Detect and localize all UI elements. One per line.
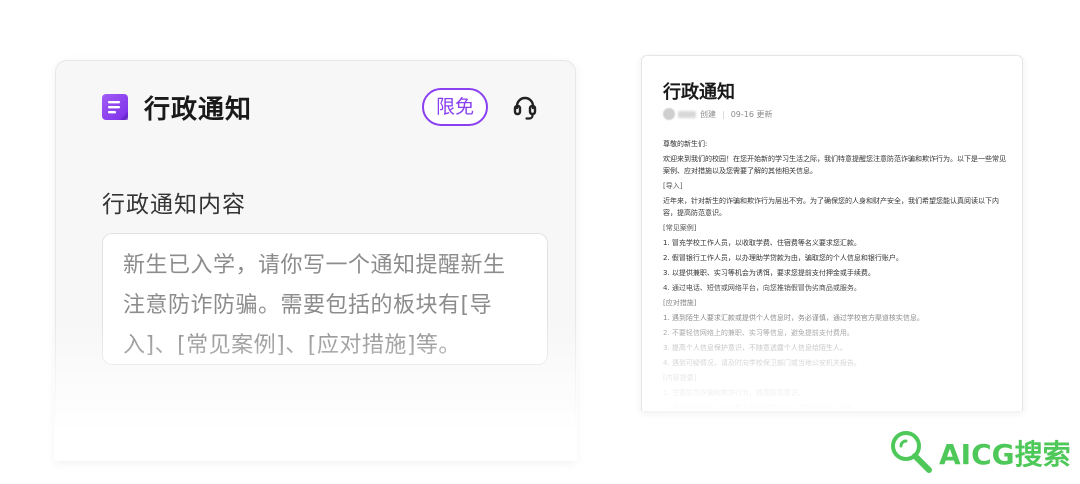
app-title: 行政通知 [144, 95, 253, 125]
watermark-text: AICG搜索 [939, 438, 1071, 471]
meta-separator: | [722, 109, 725, 119]
measure-item: 3. 提高个人信息保护意识，不随意透露个人信息给陌生人。 [663, 344, 847, 352]
document-preview: 行政通知 创建 | 09-16 更新 尊敬的新生们: 欢迎来到我们的校园！在您开… [641, 55, 1023, 411]
free-badge: 限免 [422, 88, 488, 126]
doc-intro-body: 近年来，针对新生的诈骗和欺诈行为层出不穷。为了确保您的人身和财产安全，我们希望您… [663, 197, 999, 217]
magnifier-logo-icon [891, 431, 932, 473]
case-item: 2. 假冒银行工作人员，以办理助学贷款为由，骗取您的个人信息和银行账户。 [663, 254, 903, 262]
field-label: 行政通知内容 [102, 192, 246, 218]
app-card: 行政通知 限免 行政通知内容 新生已入学，请你写一个通知提醒新生注意防诈防骗。需… [54, 60, 577, 461]
section-measures-heading: [应对措施] [663, 299, 697, 307]
document-icon [102, 94, 128, 120]
created-label: 创建 [700, 109, 716, 119]
headset-support-icon[interactable] [512, 94, 538, 120]
doc-body: 尊敬的新生们: 欢迎来到我们的校园！在您开始新的学习生活之际，我们特意提醒您注意… [663, 138, 1010, 411]
measure-item: 4. 遇到可疑情况，请及时向学校保卫部门或当地公安机关报告。 [663, 359, 861, 367]
section-cases-heading: [常见案例] [663, 224, 697, 232]
measure-item: 1. 遇到陌生人要求汇款或提供个人信息时，务必谨慎，通过学校官方渠道核实信息。 [663, 314, 924, 322]
author-name-blurred [678, 110, 696, 118]
updated-label: 09-16 更新 [730, 109, 773, 119]
case-item: 1. 冒充学校工作人员，以收取学费、住宿费等名义要求您汇款。 [663, 239, 861, 247]
author-avatar [663, 108, 675, 120]
tip-item: 1. 注意防范诈骗和欺诈行为，提高防范意识。 [663, 389, 805, 397]
tip-item: 2. 遇到可疑情况，通过官方渠道核实信息，并向有关部门报告。 [663, 404, 861, 411]
case-item: 4. 通过电话、短信或网络平台，向您推销假冒伪劣商品或服务。 [663, 284, 861, 292]
case-item: 3. 以提供兼职、实习等机会为诱饵，要求您提前支付押金或手续费。 [663, 269, 875, 277]
prompt-text: 新生已入学，请你写一个通知提醒新生注意防诈防骗。需要包括的板块有[导入]、[常见… [123, 253, 506, 358]
watermark-logo: AICG搜索 [889, 428, 1079, 474]
doc-salutation: 尊敬的新生们: [663, 140, 708, 148]
measure-item: 2. 不要轻信网络上的兼职、实习等信息，避免提前支付费用。 [663, 329, 854, 337]
doc-meta: 创建 | 09-16 更新 [663, 108, 773, 120]
prompt-input[interactable]: 新生已入学，请你写一个通知提醒新生注意防诈防骗。需要包括的板块有[导入]、[常见… [102, 233, 548, 365]
section-intro-heading: [导入] [663, 182, 683, 190]
section-tips-heading: [内容提要] [663, 374, 697, 382]
doc-title: 行政通知 [663, 82, 735, 103]
doc-intro: 欢迎来到我们的校园！在您开始新的学习生活之际，我们特意提醒您注意防范诈骗和欺诈行… [663, 155, 1006, 175]
